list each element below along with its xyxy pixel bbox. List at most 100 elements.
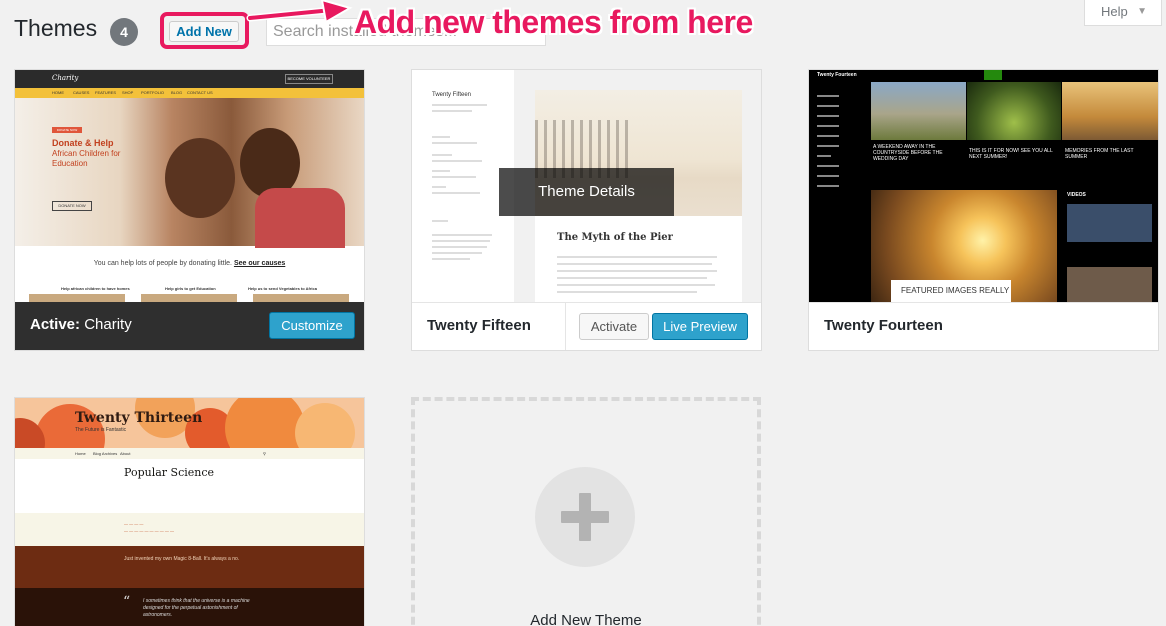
preview-line [432, 104, 487, 106]
theme-screenshot[interactable]: Charity BECOME VOLUNTEER HOME CAUSES FEA… [15, 70, 364, 302]
preview-nav-item: PORTFOLIO [141, 90, 165, 95]
search-icon: ⚲ [263, 451, 266, 456]
preview-line: — — — — [124, 521, 144, 526]
activate-button[interactable]: Activate [579, 313, 649, 340]
active-theme-name: Charity [84, 316, 132, 333]
theme-actions-bar: Twenty Fourteen [809, 302, 1158, 350]
preview-site-title: Twenty Fourteen [817, 72, 857, 78]
preview-post-title: Popular Science [124, 466, 215, 479]
theme-actions-bar: Twenty Fifteen Activate Live Preview [412, 302, 761, 350]
help-label: Help [1101, 4, 1128, 19]
quote-icon: “ [123, 594, 131, 610]
preview-line [432, 246, 487, 248]
preview-nav: HOME CAUSES FEATURES SHOP PORTFOLIO BLOG… [15, 88, 364, 98]
preview-line [432, 234, 492, 236]
preview-home-tab [984, 70, 1002, 80]
preview-quote: I sometimes think that the universe is a… [143, 598, 250, 618]
caret-down-icon: ▼ [1137, 6, 1147, 17]
preview-nav-item: Blog Archives [93, 451, 118, 456]
preview-featured-image [871, 82, 966, 140]
preview-line [432, 110, 472, 112]
preview-featured-image [967, 82, 1061, 140]
preview-hero-image [15, 98, 364, 248]
page-title: Themes [14, 15, 98, 41]
preview-videos-widget: VIDEOS [1064, 190, 1156, 302]
preview-line [432, 186, 446, 188]
preview-band: I sometimes think that the universe is a… [15, 588, 364, 626]
preview-volunteer-button: BECOME VOLUNTEER [285, 74, 333, 84]
preview-nav-item: BLOG [171, 90, 183, 95]
preview-nav: Home Blog Archives About ⚲ [15, 448, 364, 459]
theme-details-overlay[interactable]: Theme Details [499, 168, 674, 216]
preview-nav-item: HOME [52, 90, 64, 95]
preview-line [432, 252, 482, 254]
preview-site-title: Twenty Fifteen [432, 92, 472, 98]
preview-line [557, 277, 707, 279]
theme-card-twenty-fifteen[interactable]: Twenty Fifteen The Myth of the Pier Them… [411, 69, 762, 351]
preview-nav-item: Home [75, 451, 86, 456]
preview-line [432, 220, 448, 222]
theme-screenshot[interactable]: Twenty Thirteen The Future is Fantastic … [15, 398, 364, 626]
add-circle[interactable] [535, 467, 635, 567]
add-new-button[interactable]: Add New [169, 21, 239, 42]
preview-band-text: Just invented my own Magic 8-Ball. It's … [124, 556, 240, 562]
preview-hero-figure [165, 138, 235, 218]
preview-line [432, 154, 452, 156]
theme-count-badge: 4 [110, 18, 138, 46]
preview-line [432, 258, 470, 260]
preview-cause-title: Help african children to have homes [61, 286, 130, 291]
theme-name: Twenty Fifteen [427, 317, 531, 334]
divider [565, 303, 566, 350]
preview-featured-label: FEATURED IMAGES REALLY [891, 280, 1011, 302]
add-new-theme-card[interactable]: Add New Theme [411, 397, 761, 626]
preview-tagline-link: See our causes [233, 260, 286, 267]
preview-cause-image [253, 294, 349, 302]
theme-name: Twenty Fourteen [824, 317, 943, 334]
preview-nav-item: About [120, 451, 131, 456]
preview-post-title: The Myth of the Pier [557, 232, 673, 243]
help-tab[interactable]: Help ▼ [1084, 0, 1162, 26]
preview-nav-item: CONTACT US [187, 90, 213, 95]
preview-tagline-text: You can help lots of people by donating … [93, 260, 232, 267]
preview-donate-button: DONATE NOW [52, 201, 92, 211]
theme-card-twenty-fourteen[interactable]: Twenty Fourteen A WEEKEND AWAY IN THE CO… [808, 69, 1159, 351]
preview-line [432, 142, 477, 144]
preview-band: Just invented my own Magic 8-Ball. It's … [15, 546, 364, 588]
preview-line [432, 160, 482, 162]
preview-topbar: Twenty Fourteen [809, 70, 1158, 80]
preview-sidebar [817, 95, 867, 295]
customize-button[interactable]: Customize [269, 312, 355, 339]
add-new-theme-label[interactable]: Add New Theme [415, 612, 757, 626]
preview-line [432, 170, 450, 172]
preview-cause-image [141, 294, 237, 302]
annotation-text: Add new themes from here [354, 4, 753, 40]
preview-hero-figure [255, 188, 345, 248]
theme-card-charity[interactable]: Charity BECOME VOLUNTEER HOME CAUSES FEA… [14, 69, 365, 351]
preview-nav-item: CAUSES [73, 90, 90, 95]
preview-tagline: The Future is Fantastic [75, 427, 127, 433]
theme-card-twenty-thirteen[interactable]: Twenty Thirteen The Future is Fantastic … [14, 397, 365, 626]
preview-line [557, 263, 712, 265]
live-preview-button[interactable]: Live Preview [652, 313, 748, 340]
preview-line [432, 136, 450, 138]
preview-band: — — — — — — — — — — — — — — [15, 513, 364, 546]
preview-line [432, 240, 490, 242]
preview-tagline: You can help lots of people by donating … [15, 260, 364, 267]
preview-line [557, 291, 697, 293]
preview-line [557, 256, 717, 258]
preview-video-thumb [1067, 267, 1152, 302]
preview-post: The Myth of the Pier [535, 216, 742, 302]
preview-cause-title: Help girls to get Education [165, 286, 216, 291]
preview-hero-title: Donate & Help [52, 138, 114, 148]
preview-caption: THIS IS IT FOR NOW! SEE YOU ALL NEXT SUM… [969, 148, 1053, 160]
preview-logo: Charity [52, 74, 79, 82]
theme-screenshot[interactable]: Twenty Fourteen A WEEKEND AWAY IN THE CO… [809, 70, 1158, 302]
preview-line [557, 270, 717, 272]
preview-nav-item: SHOP [122, 90, 134, 95]
theme-screenshot[interactable]: Twenty Fifteen The Myth of the Pier Them… [412, 70, 761, 302]
preview-line [432, 192, 480, 194]
preview-line [432, 176, 476, 178]
preview-video-thumb [1067, 204, 1152, 242]
preview-featured-image [1062, 82, 1158, 140]
preview-line [557, 284, 715, 286]
